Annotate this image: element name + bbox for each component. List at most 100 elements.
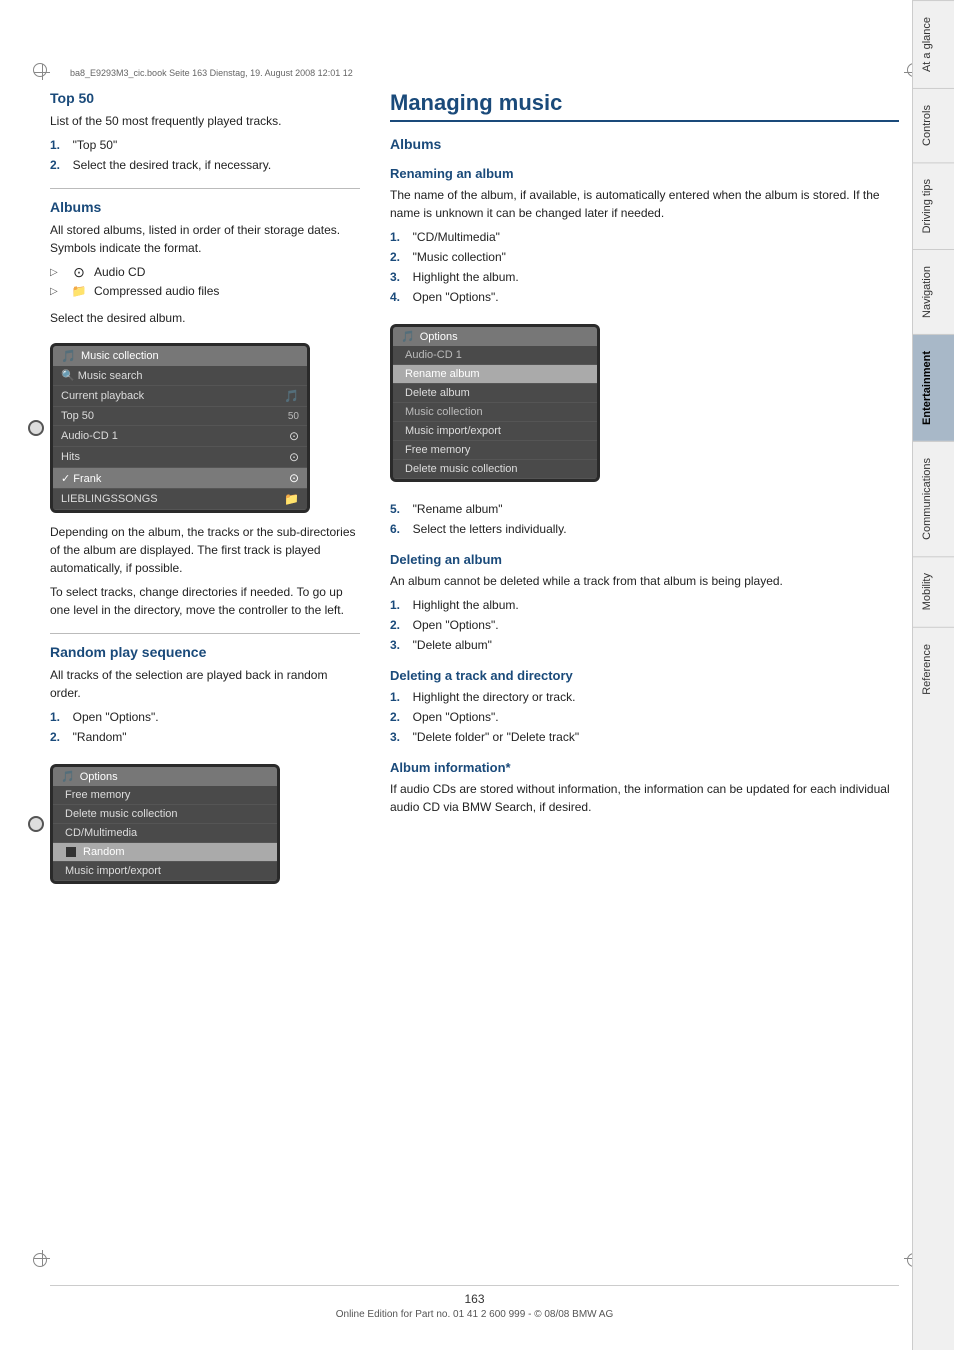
- tab-mobility[interactable]: Mobility: [913, 556, 954, 626]
- opt-row-delete-music-2: Delete music collection: [393, 460, 597, 479]
- random-checkbox: [65, 846, 77, 858]
- top50-section: Top 50 List of the 50 most frequently pl…: [50, 90, 360, 174]
- opt-row-free-memory-2: Free memory: [393, 441, 597, 460]
- renaming-options-screen: 🎵 Options Audio-CD 1 Rename album Delete…: [390, 314, 600, 492]
- album-info-title: Album information*: [390, 760, 899, 775]
- tab-entertainment[interactable]: Entertainment: [913, 334, 954, 441]
- opt-row-delete-album: Delete album: [393, 384, 597, 403]
- screen-row-lieblingssongs: LIEBLINGSSONGS 📁: [53, 489, 307, 510]
- music-icon-1: 🎵: [61, 349, 76, 363]
- deleting-album-step-3: 3. "Delete album": [390, 636, 899, 654]
- screen-row-hits: Hits ⊙: [53, 447, 307, 468]
- left-column: Top 50 List of the 50 most frequently pl…: [50, 90, 360, 894]
- bullet-audio-cd: ⊙ Audio CD: [50, 263, 360, 282]
- divider-1: [50, 188, 360, 189]
- screen-mockup-1: 🎵 Music collection 🔍 Music search Curren…: [50, 343, 310, 513]
- renaming-step-3: 3. Highlight the album.: [390, 268, 899, 286]
- deleting-album-step-2: 2. Open "Options".: [390, 616, 899, 634]
- random-options-screen: 🎵 Options Free memory Delete music colle…: [50, 754, 280, 894]
- renaming-title: Renaming an album: [390, 166, 899, 181]
- album-info-section: Album information* If audio CDs are stor…: [390, 760, 899, 816]
- options-screen-2: 🎵 Options Audio-CD 1 Rename album Delete…: [390, 324, 600, 482]
- deleting-track-step-3: 3. "Delete folder" or "Delete track": [390, 728, 899, 746]
- tab-at-a-glance[interactable]: At a glance: [913, 0, 954, 88]
- corner-mark-tl: [30, 60, 54, 84]
- options-screen-1: 🎵 Options Free memory Delete music colle…: [50, 764, 280, 884]
- screen-row-current-playback: Current playback 🎵: [53, 386, 307, 407]
- file-info: ba8_E9293M3_cic.book Seite 163 Dienstag,…: [70, 68, 353, 78]
- tab-navigation[interactable]: Navigation: [913, 249, 954, 334]
- random-steps: 1. Open "Options". 2. "Random": [50, 708, 360, 746]
- renaming-steps: 1. "CD/Multimedia" 2. "Music collection"…: [390, 228, 899, 306]
- renaming-section: Renaming an album The name of the album,…: [390, 166, 899, 538]
- tab-driving-tips[interactable]: Driving tips: [913, 162, 954, 249]
- deleting-album-step-1: 1. Highlight the album.: [390, 596, 899, 614]
- top50-step-1: 1. "Top 50": [50, 136, 360, 154]
- deleting-album-section: Deleting an album An album cannot be del…: [390, 552, 899, 654]
- renaming-step-2: 2. "Music collection": [390, 248, 899, 266]
- random-section: Random play sequence All tracks of the s…: [50, 644, 360, 894]
- tab-controls[interactable]: Controls: [913, 88, 954, 162]
- albums-note-1: Depending on the album, the tracks or th…: [50, 523, 360, 577]
- options-header-2: 🎵 Options: [393, 327, 597, 346]
- deleting-track-step-2: 2. Open "Options".: [390, 708, 899, 726]
- albums-title-right: Albums: [390, 136, 899, 152]
- screen-rows-1: 🔍 Music search Current playback 🎵 Top 50…: [53, 366, 307, 510]
- renaming-step-1: 1. "CD/Multimedia": [390, 228, 899, 246]
- opt-rows-1: Free memory Delete music collection CD/M…: [53, 786, 277, 881]
- opt-row-delete-music: Delete music collection: [53, 805, 277, 824]
- top50-title: Top 50: [50, 90, 360, 106]
- deleting-album-steps: 1. Highlight the album. 2. Open "Options…: [390, 596, 899, 654]
- albums-description: All stored albums, listed in order of th…: [50, 221, 360, 257]
- knob-indicator-1: [28, 420, 44, 436]
- opt-row-rename-album: Rename album: [393, 365, 597, 384]
- albums-bullet-list: ⊙ Audio CD 📁 Compressed audio files: [50, 263, 360, 301]
- deleting-track-step-1: 1. Highlight the directory or track.: [390, 688, 899, 706]
- music-collection-screen: 🎵 Music collection 🔍 Music search Curren…: [50, 333, 310, 523]
- select-album-text: Select the desired album.: [50, 309, 360, 327]
- albums-title-left: Albums: [50, 199, 360, 215]
- footer: 163 Online Edition for Part no. 01 41 2 …: [50, 1285, 899, 1320]
- random-description: All tracks of the selection are played b…: [50, 666, 360, 702]
- screen-row-music-search: 🔍 Music search: [53, 366, 307, 386]
- knob-indicator-2: [28, 816, 44, 832]
- page-heading: Managing music: [390, 90, 899, 122]
- renaming-steps-2: 5. "Rename album" 6. Select the letters …: [390, 500, 899, 538]
- renaming-step-4: 4. Open "Options".: [390, 288, 899, 306]
- random-title: Random play sequence: [50, 644, 360, 660]
- screen-row-frank: ✓ Frank ⊙: [53, 468, 307, 489]
- deleting-track-section: Deleting a track and directory 1. Highli…: [390, 668, 899, 746]
- random-step-1: 1. Open "Options".: [50, 708, 360, 726]
- sidebar-tabs: At a glance Controls Driving tips Naviga…: [912, 0, 954, 1350]
- divider-2: [50, 633, 360, 634]
- opt-row-cd-multimedia: CD/Multimedia: [53, 824, 277, 843]
- opt-row-free-memory: Free memory: [53, 786, 277, 805]
- cd-icon: ⊙: [70, 265, 88, 281]
- opt-row-music-import-export: Music import/export: [393, 422, 597, 441]
- renaming-description: The name of the album, if available, is …: [390, 186, 899, 222]
- albums-note-2: To select tracks, change directories if …: [50, 583, 360, 619]
- screen-row-audiocd1: Audio-CD 1 ⊙: [53, 426, 307, 447]
- screen-header-1: 🎵 Music collection: [53, 346, 307, 366]
- options-header-1: 🎵 Options: [53, 767, 277, 786]
- opt-row-random: Random: [53, 843, 277, 862]
- top50-description: List of the 50 most frequently played tr…: [50, 112, 360, 130]
- deleting-album-description: An album cannot be deleted while a track…: [390, 572, 899, 590]
- tab-communications[interactable]: Communications: [913, 441, 954, 556]
- albums-section-left: Albums All stored albums, listed in orde…: [50, 199, 360, 619]
- copyright-text: Online Edition for Part no. 01 41 2 600 …: [50, 1309, 899, 1320]
- random-step-2: 2. "Random": [50, 728, 360, 746]
- opt-rows-2: Audio-CD 1 Rename album Delete album Mus…: [393, 346, 597, 479]
- album-info-description: If audio CDs are stored without informat…: [390, 780, 899, 816]
- opt-row-audiocd1: Audio-CD 1: [393, 346, 597, 365]
- opt-row-music-import: Music import/export: [53, 862, 277, 881]
- folder-icon: 📁: [70, 284, 88, 300]
- renaming-step-5: 5. "Rename album": [390, 500, 899, 518]
- top50-step-2: 2. Select the desired track, if necessar…: [50, 156, 360, 174]
- deleting-album-title: Deleting an album: [390, 552, 899, 567]
- main-content: Top 50 List of the 50 most frequently pl…: [50, 90, 899, 1270]
- tab-reference[interactable]: Reference: [913, 627, 954, 711]
- top50-steps: 1. "Top 50" 2. Select the desired track,…: [50, 136, 360, 174]
- right-column: Managing music Albums Renaming an album …: [390, 90, 899, 894]
- opt-row-music-collection: Music collection: [393, 403, 597, 422]
